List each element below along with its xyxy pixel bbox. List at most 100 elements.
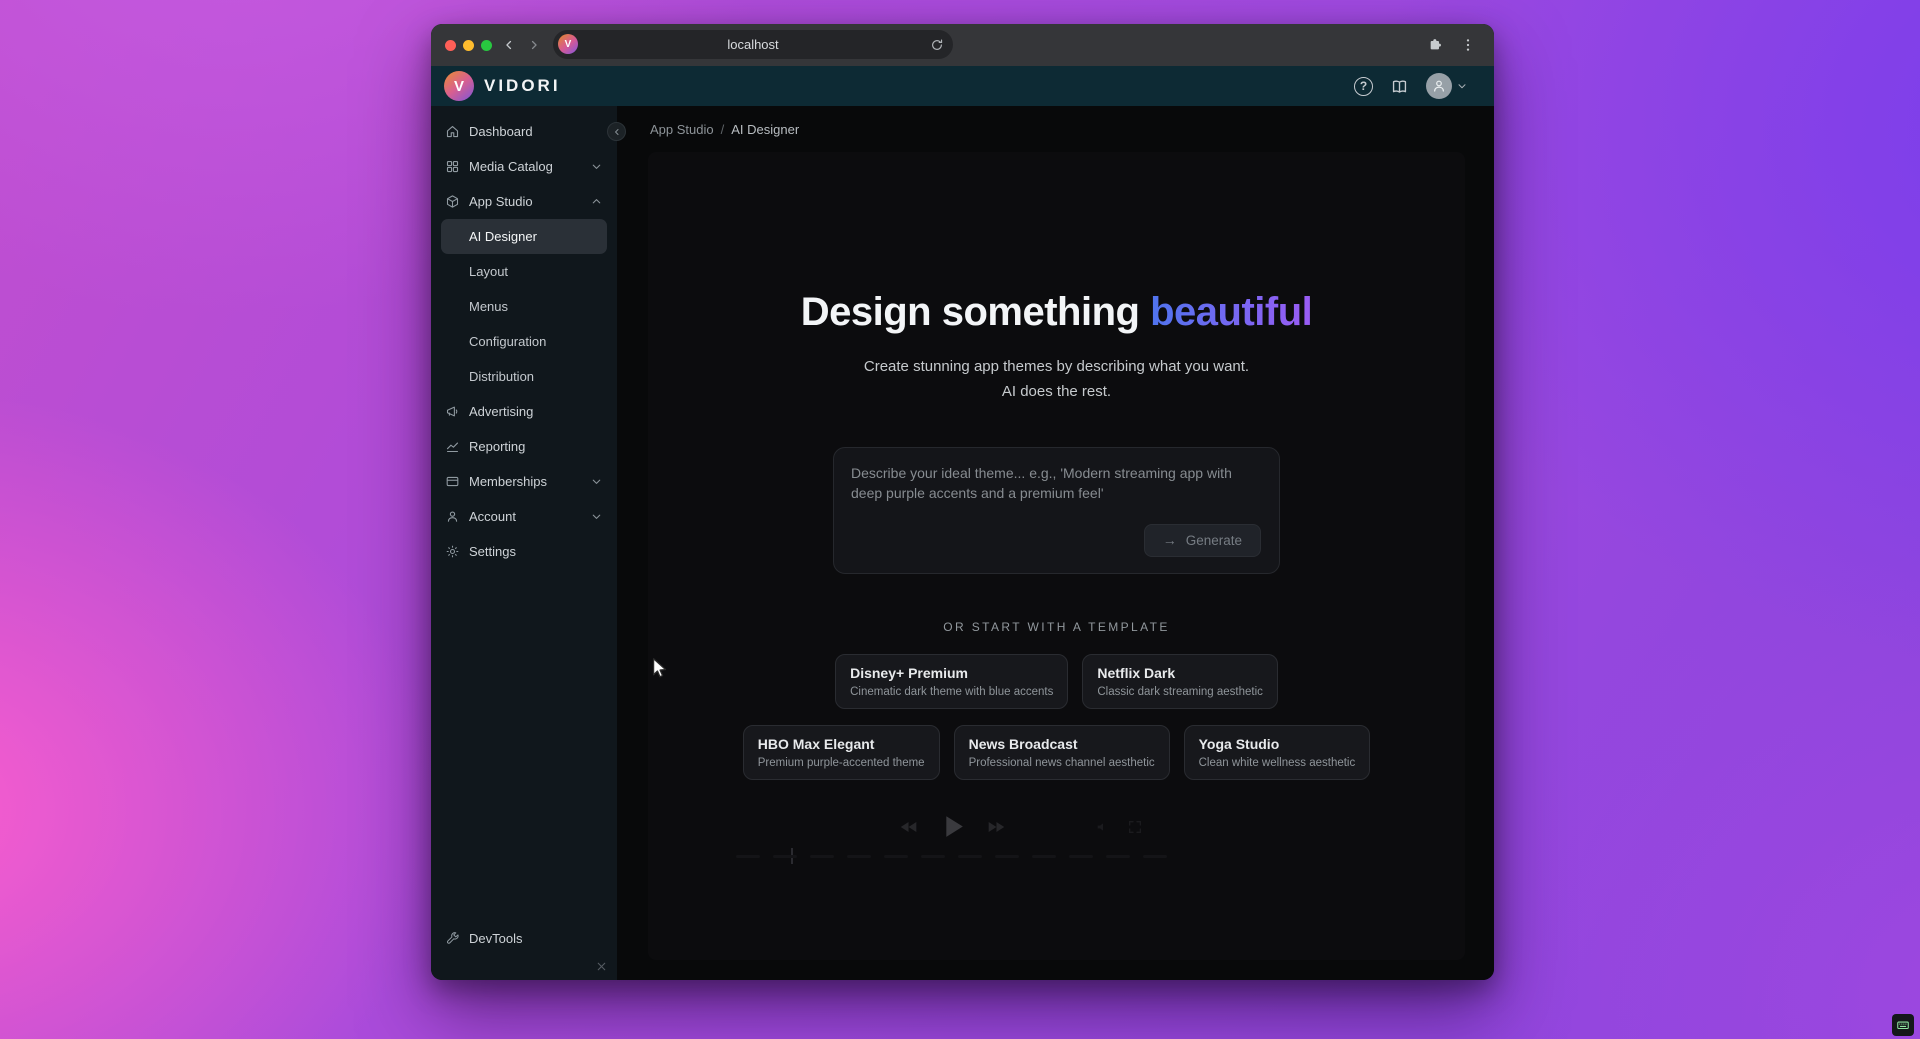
- template-card-hbo-max-elegant[interactable]: HBO Max Elegant Premium purple-accented …: [743, 725, 940, 780]
- template-desc: Classic dark streaming aesthetic: [1097, 686, 1263, 698]
- chevron-down-icon: [590, 510, 603, 523]
- template-name: Netflix Dark: [1097, 665, 1263, 681]
- template-card-yoga-studio[interactable]: Yoga Studio Clean white wellness aesthet…: [1184, 725, 1371, 780]
- fullscreen-icon: [1127, 819, 1143, 835]
- arrow-right-icon: →: [1163, 533, 1177, 547]
- sidebar-item-label: Configuration: [469, 334, 546, 349]
- templates-heading: OR START WITH A TEMPLATE: [648, 620, 1465, 634]
- user-icon: [445, 509, 460, 524]
- sidebar-item-label: Settings: [469, 544, 516, 559]
- sidebar-item-label: Account: [469, 509, 516, 524]
- window-controls: [443, 40, 492, 51]
- sidebar-item-label: Reporting: [469, 439, 525, 454]
- subtitle-line2: AI does the rest.: [1002, 383, 1111, 400]
- header-actions: ?: [1354, 73, 1481, 99]
- sidebar: Dashboard Media Catalog App Studio AI De…: [431, 106, 617, 980]
- sidebar-item-label: AI Designer: [469, 229, 537, 244]
- generate-label: Generate: [1186, 533, 1242, 548]
- ghost-timeline: [736, 855, 1167, 858]
- wrench-icon: [445, 931, 460, 946]
- sidebar-close-icon[interactable]: [595, 960, 608, 973]
- user-icon: [1431, 78, 1447, 94]
- gear-icon: [445, 544, 460, 559]
- template-desc: Professional news channel aesthetic: [969, 757, 1155, 769]
- browser-menu-icon[interactable]: [1460, 37, 1476, 53]
- close-window-button[interactable]: [445, 40, 456, 51]
- app-body: Dashboard Media Catalog App Studio AI De…: [431, 106, 1494, 980]
- prompt-card: → Generate: [833, 447, 1280, 574]
- toolbar-right: [1427, 37, 1482, 53]
- template-name: Disney+ Premium: [850, 665, 1053, 681]
- browser-toolbar: V localhost: [431, 24, 1494, 66]
- logo-letter: V: [454, 78, 464, 95]
- subtitle-line1: Create stunning app themes by describing…: [864, 358, 1249, 375]
- chart-icon: [445, 439, 460, 454]
- theme-description-input[interactable]: [834, 448, 1279, 518]
- fast-forward-icon: [985, 816, 1007, 838]
- user-menu[interactable]: [1426, 73, 1468, 99]
- generate-button[interactable]: → Generate: [1144, 524, 1261, 557]
- sidebar-item-reporting[interactable]: Reporting: [431, 429, 617, 464]
- reload-button[interactable]: [930, 38, 944, 52]
- sidebar-collapse-button[interactable]: [607, 122, 626, 141]
- sidebar-item-label: Advertising: [469, 404, 533, 419]
- sidebar-item-label: Dashboard: [469, 124, 533, 139]
- back-button[interactable]: [502, 38, 516, 52]
- template-name: HBO Max Elegant: [758, 736, 925, 752]
- sidebar-item-devtools[interactable]: DevTools: [431, 921, 617, 956]
- forward-button[interactable]: [527, 38, 541, 52]
- rewind-icon: [898, 816, 920, 838]
- sidebar-item-label: Menus: [469, 299, 508, 314]
- sidebar-item-label: DevTools: [469, 931, 522, 946]
- main-content: App Studio / AI Designer Design somethin…: [617, 106, 1494, 980]
- chevron-up-icon: [590, 195, 603, 208]
- breadcrumb-page: AI Designer: [731, 122, 799, 137]
- sidebar-item-label: Layout: [469, 264, 508, 279]
- sidebar-item-layout[interactable]: Layout: [441, 254, 607, 289]
- sidebar-item-dashboard[interactable]: Dashboard: [431, 114, 617, 149]
- sidebar-item-distribution[interactable]: Distribution: [441, 359, 607, 394]
- template-desc: Premium purple-accented theme: [758, 757, 925, 769]
- avatar: [1426, 73, 1452, 99]
- play-icon: [936, 810, 969, 843]
- sidebar-item-account[interactable]: Account: [431, 499, 617, 534]
- cube-icon: [445, 194, 460, 209]
- title-main: Design something: [801, 290, 1140, 334]
- megaphone-icon: [445, 404, 460, 419]
- browser-window: V localhost V VIDORI ?: [431, 24, 1494, 980]
- app-header: V VIDORI ?: [431, 66, 1494, 106]
- chevron-down-icon: [590, 160, 603, 173]
- template-name: Yoga Studio: [1199, 736, 1356, 752]
- breadcrumb: App Studio / AI Designer: [617, 106, 1494, 152]
- zoom-window-button[interactable]: [481, 40, 492, 51]
- speaker-icon: [1095, 819, 1111, 835]
- sidebar-item-memberships[interactable]: Memberships: [431, 464, 617, 499]
- keyboard-indicator[interactable]: [1892, 1014, 1914, 1036]
- help-button[interactable]: ?: [1354, 77, 1373, 96]
- mouse-cursor: [646, 655, 672, 681]
- brand-name: VIDORI: [484, 76, 561, 96]
- docs-icon[interactable]: [1390, 77, 1409, 96]
- sidebar-item-label: Distribution: [469, 369, 534, 384]
- sidebar-item-configuration[interactable]: Configuration: [441, 324, 607, 359]
- template-desc: Clean white wellness aesthetic: [1199, 757, 1356, 769]
- address-bar[interactable]: V localhost: [553, 30, 953, 59]
- sidebar-item-media-catalog[interactable]: Media Catalog: [431, 149, 617, 184]
- breadcrumb-section[interactable]: App Studio: [650, 122, 714, 137]
- minimize-window-button[interactable]: [463, 40, 474, 51]
- sidebar-item-advertising[interactable]: Advertising: [431, 394, 617, 429]
- template-desc: Cinematic dark theme with blue accents: [850, 686, 1053, 698]
- template-card-disney-premium[interactable]: Disney+ Premium Cinematic dark theme wit…: [835, 654, 1068, 709]
- chevron-down-icon: [590, 475, 603, 488]
- sidebar-item-ai-designer[interactable]: AI Designer: [441, 219, 607, 254]
- sidebar-item-settings[interactable]: Settings: [431, 534, 617, 569]
- sidebar-item-menus[interactable]: Menus: [441, 289, 607, 324]
- template-card-news-broadcast[interactable]: News Broadcast Professional news channel…: [954, 725, 1170, 780]
- favicon-letter: V: [565, 39, 572, 50]
- template-card-netflix-dark[interactable]: Netflix Dark Classic dark streaming aest…: [1082, 654, 1278, 709]
- sidebar-item-app-studio[interactable]: App Studio: [431, 184, 617, 219]
- sidebar-item-label: App Studio: [469, 194, 533, 209]
- chevron-down-icon: [1456, 80, 1468, 92]
- extensions-icon[interactable]: [1427, 37, 1443, 53]
- title-accent: beautiful: [1150, 290, 1312, 334]
